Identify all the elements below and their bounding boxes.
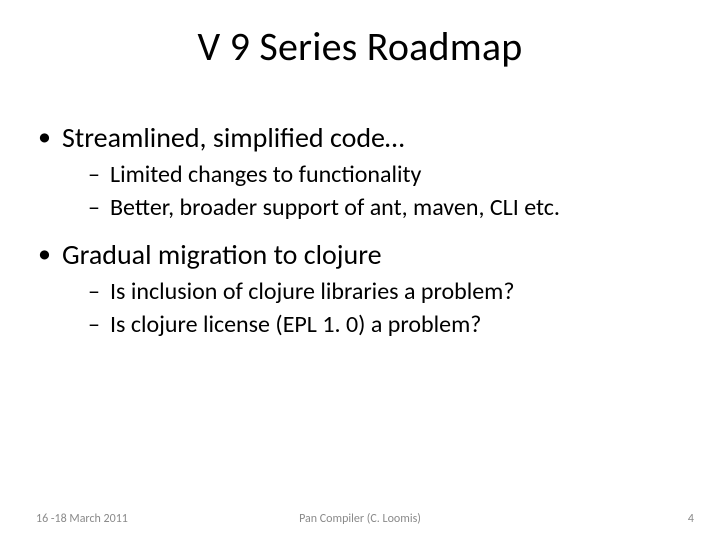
bullet-level2: Better, broader support of ant, maven, C… [36,193,684,224]
footer-author: Pan Compiler (C. Loomis) [0,512,720,526]
bullet-level2: Limited changes to functionality [36,160,684,191]
bullet-level1: Streamlined, simplified code… [36,120,684,156]
slide-title: V 9 Series Roadmap [0,22,720,71]
bullet-subgroup: Is inclusion of clojure libraries a prob… [36,277,684,340]
bullet-level1: Gradual migration to clojure [36,237,684,273]
slide-body: Streamlined, simplified code… Limited ch… [36,120,684,355]
slide-footer: 16 -18 March 2011 Pan Compiler (C. Loomi… [0,506,720,526]
bullet-subgroup: Limited changes to functionality Better,… [36,160,684,223]
bullet-level2: Is inclusion of clojure libraries a prob… [36,277,684,308]
slide: V 9 Series Roadmap Streamlined, simplifi… [0,0,720,540]
footer-page-number: 4 [688,512,694,526]
bullet-level2: Is clojure license (EPL 1. 0) a problem? [36,310,684,341]
